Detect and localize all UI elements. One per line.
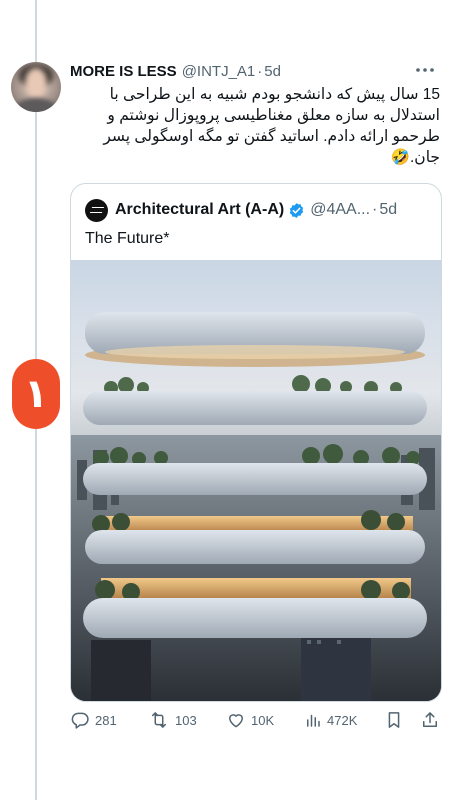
quoted-tweet-text: The Future* (85, 230, 170, 247)
retweet-button[interactable]: 103 (148, 708, 197, 732)
share-button[interactable] (420, 708, 445, 732)
quoted-tweet-header: Architectural Art (A-A) @4AA... · 5d (85, 198, 397, 222)
like-button[interactable]: 10K (226, 708, 274, 732)
tweet-time[interactable]: 5d (264, 63, 281, 80)
comment-icon (70, 710, 95, 730)
tweet-header: MORE IS LESS @INTJ_A1 · 5d (70, 60, 442, 82)
retweet-icon (148, 710, 175, 730)
bookmark-button[interactable] (384, 708, 409, 732)
verified-badge-icon (288, 202, 305, 219)
tweet-action-bar: 281 103 10K 472K (70, 708, 442, 732)
quoted-author-avatar[interactable] (85, 198, 108, 222)
bookmark-icon (384, 710, 409, 730)
quoted-tweet-time[interactable]: 5d (379, 201, 397, 219)
author-handle[interactable]: @INTJ_A1 (182, 63, 256, 80)
reply-button[interactable]: 281 (70, 708, 117, 732)
views-button[interactable]: 472K (304, 708, 357, 732)
reply-count: 281 (95, 712, 117, 728)
number-badge-label: ۱ (23, 371, 49, 417)
heart-icon (226, 710, 251, 730)
number-badge: ۱ (12, 359, 60, 429)
quoted-tweet-card[interactable]: Architectural Art (A-A) @4AA... · 5d The… (70, 183, 442, 702)
author-avatar[interactable] (11, 62, 61, 112)
like-count: 10K (251, 712, 275, 728)
share-icon (420, 710, 445, 730)
more-horizontal-icon[interactable] (412, 60, 438, 80)
quoted-author-display-name[interactable]: Architectural Art (A-A) (115, 201, 284, 219)
quoted-author-handle[interactable]: @4AA... (310, 201, 370, 219)
retweet-count: 103 (175, 712, 197, 728)
tweet-text: 15 سال پیش که دانشجو بودم شبیه به این طر… (103, 86, 440, 166)
quoted-tweet-image[interactable] (71, 260, 441, 701)
views-count: 472K (327, 712, 358, 728)
author-display-name[interactable]: MORE IS LESS (70, 63, 177, 80)
time-separator: · (257, 62, 263, 80)
bar-chart-icon (304, 710, 327, 730)
quoted-time-separator: · (372, 201, 378, 218)
